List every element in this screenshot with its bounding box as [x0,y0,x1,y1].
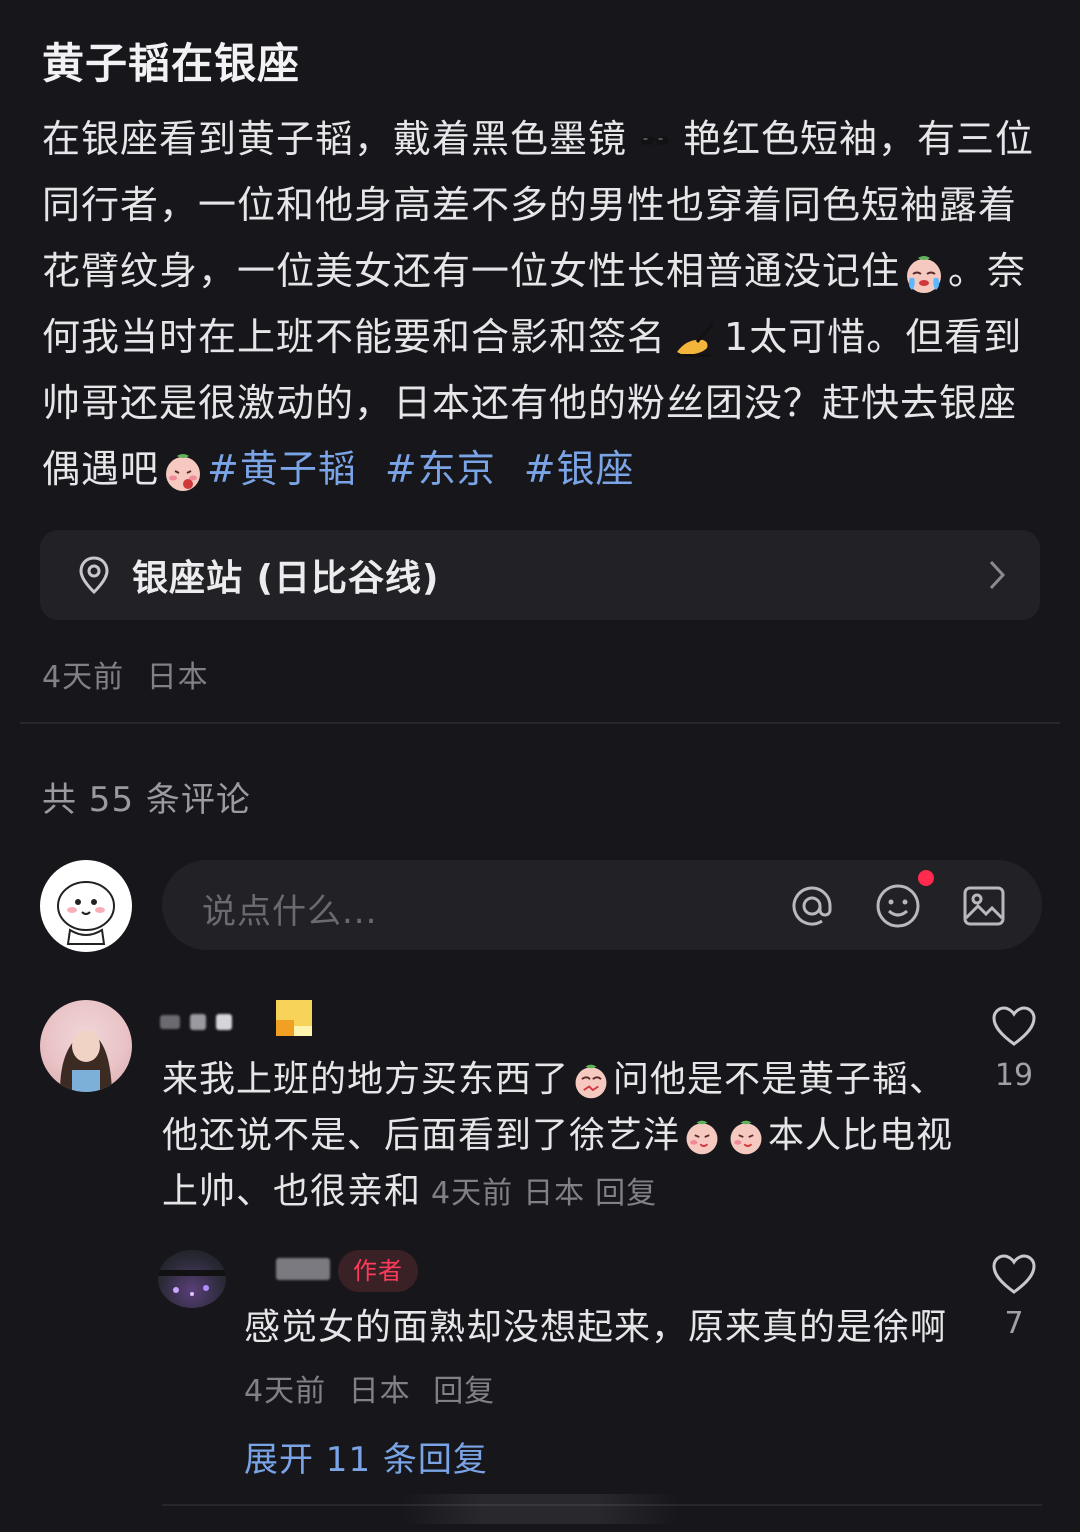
crying-face-emoji [907,255,942,293]
comment-input[interactable]: 说点什么... [162,860,1042,950]
heart-icon [992,1254,1036,1294]
user-badge-icon [276,1000,312,1036]
tag-tokyo[interactable]: #东京 [385,447,496,491]
location-card[interactable]: 银座站 (日比谷线) [40,530,1040,620]
writing-hand-emoji [677,322,715,357]
author-username-blurred[interactable] [276,1258,330,1282]
comment-reply-button[interactable]: 回复 [595,1176,657,1211]
tag-ginza[interactable]: #银座 [524,447,635,491]
comment-time: 4天前 [431,1176,514,1211]
bunny-avatar-icon [57,881,115,945]
reply-meta: 4天前 日本 回复 [244,1366,495,1410]
avatar[interactable] [40,860,132,952]
location-pin-icon [79,556,109,595]
comment-text: 来我上班的地方买东西了 问他是不是黄子韬、他还说不是、后面看到了徐艺洋 本人比电视上… [162,1052,962,1222]
comment-input-placeholder: 说点什么... [202,892,378,932]
expand-replies-button[interactable]: 展开 11 条回复 [244,1432,488,1481]
comment-text-1: 来我上班的地方买东西了 [162,1059,570,1100]
divider [20,722,1060,724]
watermark [400,1494,680,1524]
comment-meta: 4天前 日本 回复 [431,1176,657,1211]
heart-icon [992,1006,1036,1046]
chevron-right-icon [989,560,1006,590]
reply-like-count: 7 [1004,1306,1024,1341]
post-region: 日本 [146,660,209,695]
shy-face-emoji [730,1120,762,1155]
reply-reply-button[interactable]: 回复 [433,1374,495,1409]
emoji-icon[interactable] [874,882,922,930]
sunglasses-emoji [641,136,669,145]
reply-time: 4天前 [244,1374,327,1409]
post-title: 黄子韬在银座 [42,39,301,88]
comment-count: 共 55 条评论 [42,780,251,820]
post-body: 在银座看到黄子韬，戴着黑色墨镜 艳红色短袖，有三位同行者，一位和他身高差不多的男性… [42,106,1042,502]
post-body-text-1: 在银座看到黄子韬，戴着黑色墨镜 [42,117,628,161]
author-avatar[interactable] [158,1250,226,1308]
at-icon[interactable] [788,882,836,930]
shy-face-emoji [686,1120,718,1155]
reply-text: 感觉女的面熟却没想起来，原来真的是徐啊 [244,1307,948,1348]
note-detail-page: 黄子韬在银座 在银座看到黄子韬，戴着黑色墨镜 艳红色短袖，有三位同行者，一位和他身… [0,0,1080,1532]
commenter-avatar[interactable] [40,1000,132,1092]
author-badge: 作者 [338,1250,418,1292]
comment-like-count: 19 [994,1058,1034,1093]
notification-dot [918,870,934,886]
blushing-face-emoji [166,453,201,491]
post-time: 4天前 [42,660,125,695]
reply-like-button[interactable]: 7 [984,1252,1044,1341]
reply-region: 日本 [348,1374,411,1409]
comment-region: 日本 [523,1176,586,1211]
comment-like-button[interactable]: 19 [984,1004,1044,1093]
image-icon[interactable] [960,882,1008,930]
post-meta: 4天前 日本 [42,652,209,696]
tag-huangzitao[interactable]: #黄子韬 [207,447,357,491]
night-scene-icon [158,1270,226,1296]
location-label: 银座站 (日比谷线) [132,558,440,599]
user-photo-icon [60,1030,112,1092]
pleading-face-emoji [575,1064,607,1099]
